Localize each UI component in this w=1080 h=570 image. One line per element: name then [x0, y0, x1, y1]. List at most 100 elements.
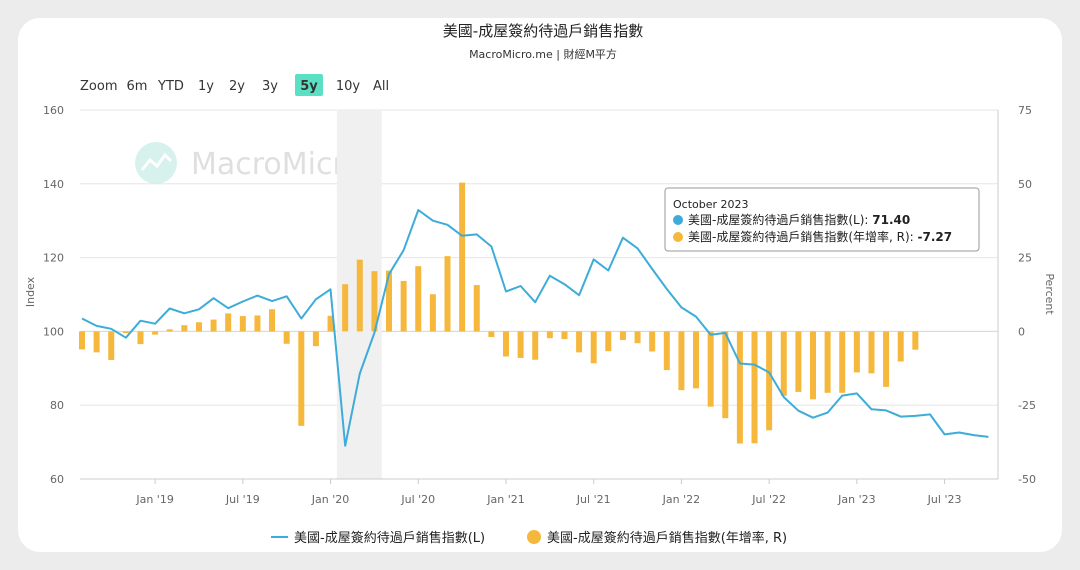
- bar-2023-03[interactable]: [883, 331, 890, 387]
- line-point-2020-06[interactable]: [401, 248, 406, 253]
- bar-2018-09[interactable]: [93, 331, 100, 353]
- line-point-2023-01[interactable]: [854, 391, 859, 396]
- bar-2022-10[interactable]: [810, 331, 816, 400]
- zoom-button-2y[interactable]: 2y: [223, 74, 251, 96]
- line-point-2022-03[interactable]: [708, 332, 713, 337]
- line-point-2020-05[interactable]: [387, 272, 392, 277]
- line-point-2019-01[interactable]: [153, 321, 158, 326]
- line-point-2019-02[interactable]: [167, 306, 172, 311]
- line-point-2023-08[interactable]: [957, 430, 962, 435]
- bar-2021-10[interactable]: [634, 331, 641, 344]
- line-point-2021-06[interactable]: [577, 293, 582, 298]
- line-point-2020-02[interactable]: [343, 443, 348, 448]
- zoom-button-all[interactable]: All: [363, 74, 399, 96]
- bar-2023-01[interactable]: [853, 331, 860, 373]
- zoom-button-5y[interactable]: 5y: [295, 74, 323, 96]
- line-point-2019-12[interactable]: [313, 297, 318, 302]
- line-point-2022-10[interactable]: [811, 415, 816, 420]
- bar-2022-01[interactable]: [678, 331, 685, 391]
- line-point-2020-11[interactable]: [474, 232, 479, 237]
- bar-2023-05[interactable]: [912, 331, 919, 350]
- line-point-2023-05[interactable]: [913, 413, 918, 418]
- bar-2021-11[interactable]: [649, 331, 656, 352]
- line-point-2018-11[interactable]: [123, 335, 128, 340]
- zoom-button-ytd[interactable]: YTD: [153, 74, 189, 96]
- legend-item-line[interactable]: 美國-成屋簽約待過戶銷售指數(L): [271, 530, 485, 546]
- line-point-2023-10[interactable]: [986, 434, 991, 439]
- line-point-2022-12[interactable]: [840, 393, 845, 398]
- line-point-2020-10[interactable]: [460, 233, 465, 238]
- line-point-2019-10[interactable]: [284, 294, 289, 299]
- line-point-2019-11[interactable]: [299, 316, 304, 321]
- zoom-button-6m[interactable]: 6m: [123, 74, 151, 96]
- bar-2019-05[interactable]: [210, 319, 217, 332]
- bar-2020-09[interactable]: [444, 256, 451, 332]
- line-point-2021-08[interactable]: [606, 268, 611, 273]
- bar-2019-08[interactable]: [254, 315, 261, 332]
- bar-2021-12[interactable]: [663, 331, 670, 371]
- line-point-2021-03[interactable]: [533, 300, 538, 305]
- bar-2020-02[interactable]: [342, 284, 349, 332]
- line-point-2022-05[interactable]: [737, 361, 742, 366]
- line-point-2023-03[interactable]: [884, 408, 889, 413]
- line-point-2020-03[interactable]: [357, 371, 362, 376]
- bar-2019-01[interactable]: [152, 331, 159, 335]
- line-point-2020-07[interactable]: [416, 207, 421, 212]
- bar-2019-04[interactable]: [195, 322, 202, 332]
- line-point-2020-12[interactable]: [489, 244, 494, 249]
- bar-2021-01[interactable]: [502, 331, 509, 357]
- bar-2021-02[interactable]: [517, 331, 524, 358]
- line-point-2023-04[interactable]: [898, 414, 903, 419]
- line-point-2021-02[interactable]: [518, 284, 523, 289]
- line-point-2019-08[interactable]: [255, 293, 260, 298]
- bar-2019-11[interactable]: [298, 331, 305, 426]
- bar-2018-12[interactable]: [137, 331, 144, 345]
- bar-2020-07[interactable]: [415, 266, 422, 332]
- bar-2020-08[interactable]: [429, 294, 436, 332]
- line-point-2018-12[interactable]: [138, 318, 143, 323]
- line-point-2018-10[interactable]: [109, 326, 114, 331]
- line-point-2021-09[interactable]: [620, 235, 625, 240]
- line-point-2019-07[interactable]: [240, 299, 245, 304]
- legend-item-bar[interactable]: 美國-成屋簽約待過戶銷售指數(年增率, R): [527, 530, 787, 546]
- line-point-2023-09[interactable]: [971, 433, 976, 438]
- bar-2021-05[interactable]: [561, 331, 568, 340]
- bar-2021-07[interactable]: [590, 331, 597, 364]
- bar-2019-07[interactable]: [239, 316, 246, 332]
- bar-2022-03[interactable]: [707, 331, 714, 407]
- bar-2018-11[interactable]: [122, 331, 129, 334]
- line-point-2019-05[interactable]: [211, 296, 216, 301]
- line-point-2018-08[interactable]: [80, 316, 85, 321]
- bar-2021-06[interactable]: [576, 331, 583, 353]
- bar-2022-04[interactable]: [722, 331, 729, 419]
- bar-2021-04[interactable]: [546, 331, 553, 339]
- line-point-2021-05[interactable]: [562, 282, 567, 287]
- bar-2022-09[interactable]: [795, 331, 802, 392]
- bar-2020-03[interactable]: [356, 259, 363, 332]
- bar-2020-06[interactable]: [400, 280, 407, 332]
- line-point-2021-04[interactable]: [547, 273, 552, 278]
- bar-2022-07[interactable]: [766, 331, 773, 431]
- line-point-2022-06[interactable]: [752, 362, 757, 367]
- line-point-2021-11[interactable]: [650, 267, 655, 272]
- line-point-2019-04[interactable]: [196, 307, 201, 312]
- line-point-2019-09[interactable]: [270, 299, 275, 304]
- bar-2022-08[interactable]: [780, 331, 787, 396]
- line-point-2020-08[interactable]: [430, 218, 435, 223]
- line-point-2023-06[interactable]: [927, 412, 932, 417]
- line-point-2022-08[interactable]: [781, 395, 786, 400]
- line-point-2022-04[interactable]: [723, 330, 728, 335]
- line-point-2020-04[interactable]: [372, 330, 377, 335]
- line-point-2020-09[interactable]: [445, 222, 450, 227]
- line-point-2021-12[interactable]: [664, 286, 669, 291]
- bar-2019-02[interactable]: [166, 329, 173, 332]
- line-point-2021-10[interactable]: [635, 246, 640, 251]
- line-point-2023-07[interactable]: [942, 432, 947, 437]
- line-point-2022-01[interactable]: [679, 305, 684, 310]
- line-point-2020-01[interactable]: [328, 287, 333, 292]
- bar-2021-09[interactable]: [619, 331, 626, 340]
- bar-2018-10[interactable]: [108, 331, 115, 361]
- zoom-button-10y[interactable]: 10y: [330, 74, 366, 96]
- line-point-2021-07[interactable]: [591, 257, 596, 262]
- bar-2019-10[interactable]: [283, 331, 290, 344]
